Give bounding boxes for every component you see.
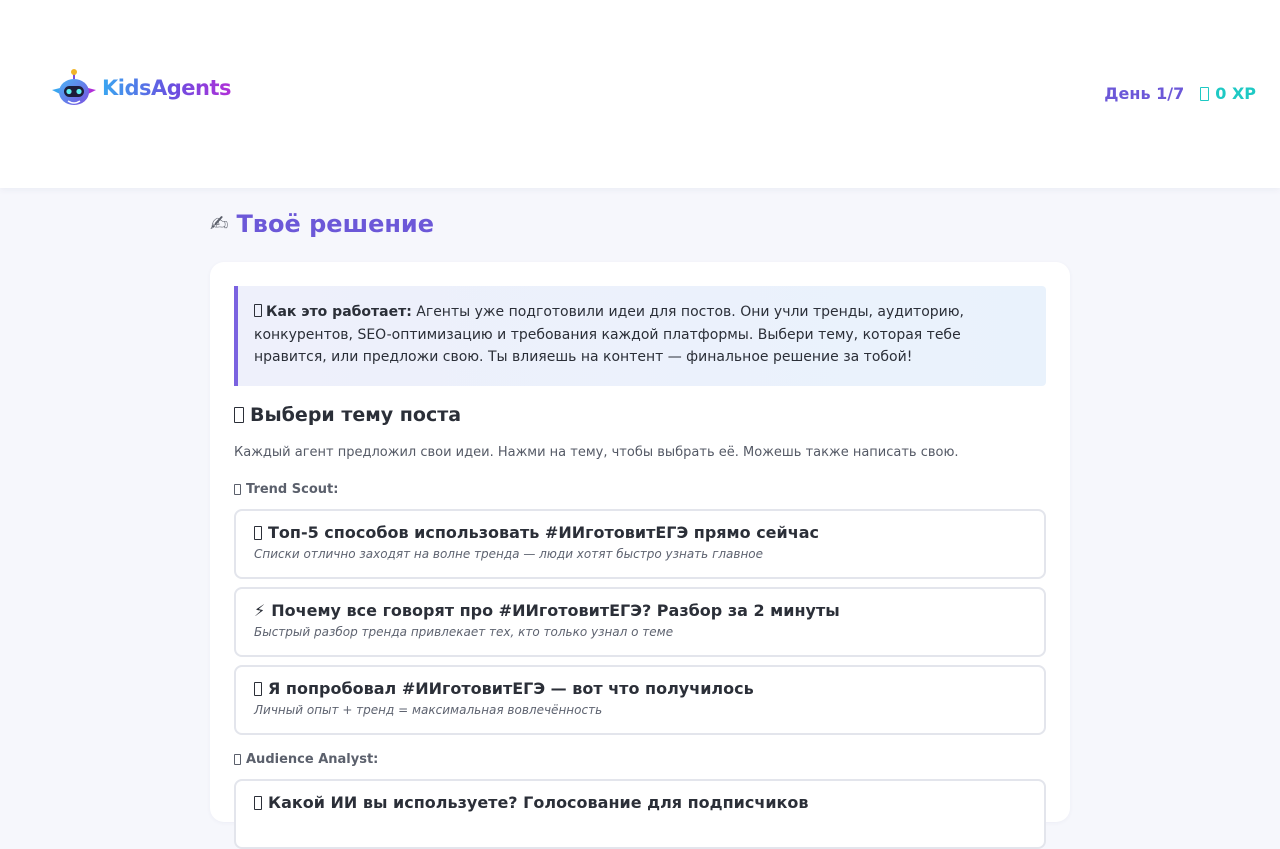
poll-icon [254, 795, 262, 810]
trend-icon [234, 484, 241, 495]
section-subtitle: Каждый агент предложил свои идеи. Нажми … [234, 445, 959, 460]
day-counter: День 1/7 [1104, 84, 1185, 103]
xp-counter: 0 XP [1200, 84, 1256, 103]
decision-card: Как это работает: Агенты уже подготовили… [210, 262, 1070, 849]
agent-name: Audience Analyst: [246, 752, 379, 767]
lightning-icon: ⚡ [254, 601, 266, 620]
agent-label-trend-scout: Trend Scout: [234, 482, 338, 497]
topic-description: Личный опыт + тренд = максимальная вовле… [254, 703, 603, 717]
top-bar: KidsAgents День 1/7 0 XP [0, 0, 1280, 188]
agent-label-audience-analyst: Audience Analyst: [234, 752, 378, 767]
target-icon [234, 407, 244, 423]
writing-hand-icon: ✍ [210, 211, 229, 237]
topic-title: ⚡ Почему все говорят про #ИИготовитЕГЭ? … [254, 601, 1026, 620]
topic-option[interactable]: Какой ИИ вы используете? Голосование для… [234, 779, 1046, 849]
topic-option[interactable]: Я попробовал #ИИготовитЕГЭ — вот что пол… [234, 665, 1046, 735]
how-it-works-box: Как это работает: Агенты уже подготовили… [234, 286, 1046, 386]
list-icon [254, 525, 262, 540]
section-title: Выбери тему поста [234, 404, 461, 426]
robot-icon [52, 69, 96, 105]
audience-icon [234, 754, 241, 765]
topic-title: Топ-5 способов использовать #ИИготовитЕГ… [254, 523, 1026, 542]
topic-title-text: Почему все говорят про #ИИготовитЕГЭ? Ра… [271, 601, 840, 620]
topic-title-text: Какой ИИ вы используете? Голосование для… [268, 793, 809, 812]
topic-title-text: Я попробовал #ИИготовитЕГЭ — вот что пол… [268, 679, 754, 698]
page-title: ✍ Твоё решение [210, 210, 434, 238]
experiment-icon [254, 681, 262, 696]
brand-name: KidsAgents [102, 76, 232, 100]
info-icon [254, 304, 262, 317]
topic-option[interactable]: ⚡ Почему все говорят про #ИИготовитЕГЭ? … [234, 587, 1046, 657]
agent-name: Trend Scout: [246, 482, 339, 497]
topic-title: Я попробовал #ИИготовитЕГЭ — вот что пол… [254, 679, 1026, 698]
topic-title-text: Топ-5 способов использовать #ИИготовитЕГ… [268, 523, 820, 542]
info-label: Как это работает: [266, 304, 412, 320]
page-title-text: Твоё решение [236, 210, 435, 238]
brand-logo[interactable]: KidsAgents [50, 68, 232, 108]
xp-value: 0 XP [1215, 84, 1256, 103]
topic-title: Какой ИИ вы используете? Голосование для… [254, 793, 1026, 812]
topic-description: Списки отлично заходят на волне тренда —… [254, 547, 764, 561]
xp-icon [1200, 86, 1210, 101]
topic-option[interactable]: Топ-5 способов использовать #ИИготовитЕГ… [234, 509, 1046, 579]
topic-description: Быстрый разбор тренда привлекает тех, кт… [254, 625, 674, 639]
progress-stats: День 1/7 0 XP [1104, 84, 1256, 103]
section-title-text: Выбери тему поста [250, 404, 462, 426]
